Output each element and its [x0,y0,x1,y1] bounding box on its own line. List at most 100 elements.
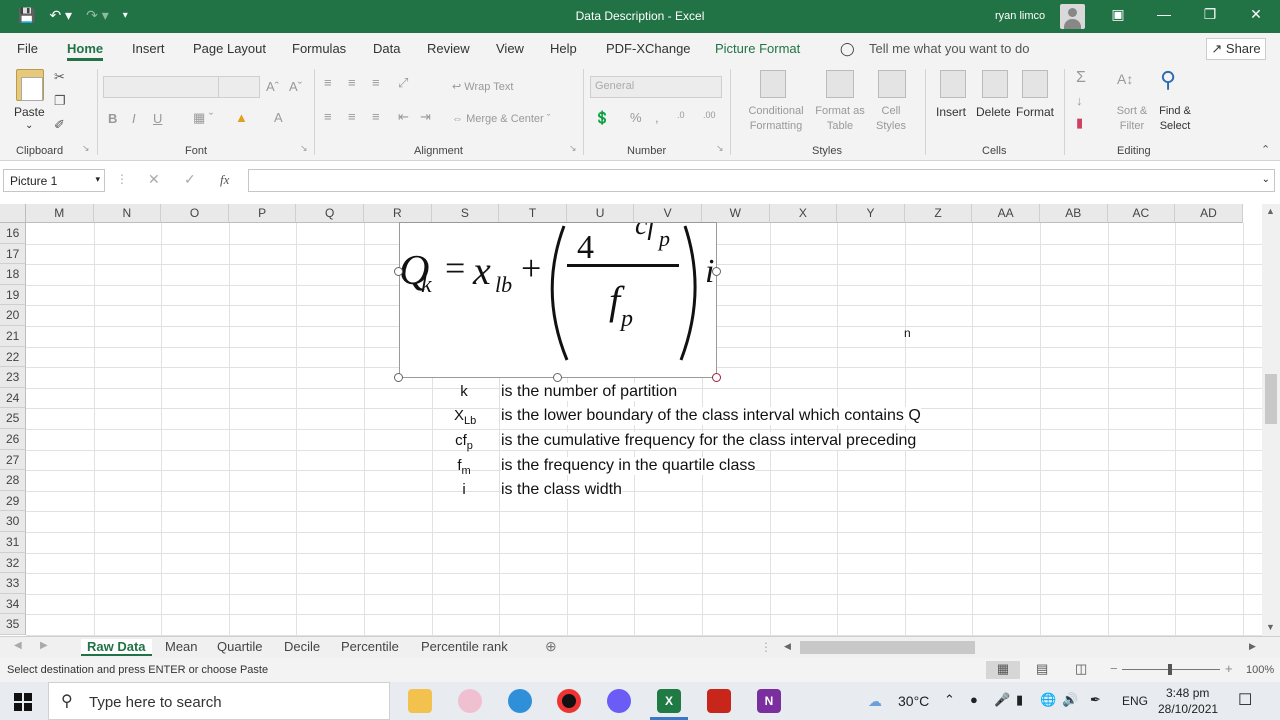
vertical-scroll-thumb[interactable] [1265,374,1277,424]
column-header-u[interactable]: U [566,204,635,223]
formula-picture[interactable]: Q k = x lb + 4 cf p f p i [394,222,721,382]
minimize-icon[interactable]: — [1154,6,1174,22]
weather-temp[interactable]: 30°C [898,693,929,709]
definition-text[interactable]: is the class width [501,481,622,499]
new-sheet-icon[interactable]: ⊕ [545,638,557,655]
wrap-text-button[interactable]: ↩ Wrap Text [452,80,513,93]
row-header-26[interactable]: 26 [0,429,26,450]
align-bottom-icon[interactable]: ≡ [372,75,380,90]
collapse-ribbon-icon[interactable]: ⌃ [1261,143,1270,156]
underline-button[interactable]: U [153,111,162,126]
conditional-formatting-button[interactable]: Conditional Formatting [741,104,811,134]
edge-icon[interactable] [508,689,532,713]
recorder-icon[interactable] [557,689,581,713]
find-select-button[interactable]: Find & Select [1152,104,1198,134]
fill-icon[interactable]: ↓ [1076,93,1083,108]
acrobat-icon[interactable] [707,689,731,713]
row-header-28[interactable]: 28 [0,470,26,491]
tab-review[interactable]: Review [427,41,470,56]
definition-text[interactable]: is the cumulative frequency for the clas… [501,432,917,450]
cell-z21[interactable]: n [904,326,911,340]
tabs-splitter-icon[interactable]: ⋮ [760,640,772,654]
merge-center-button[interactable]: ⇔ Merge & Center ˇ [452,113,550,125]
insert-cells-button[interactable]: Insert [936,105,966,119]
share-button[interactable]: ↗ Share [1206,38,1266,60]
ribbon-display-options-icon[interactable]: ▣ [1108,6,1128,23]
row-header-23[interactable]: 23 [0,367,26,388]
resize-handle-left[interactable] [394,267,403,276]
meet-icon[interactable]: ● [970,692,978,707]
scroll-down-icon[interactable]: ▼ [1266,622,1275,632]
comma-style-icon[interactable]: , [655,110,659,125]
definition-symbol[interactable]: i [454,481,474,498]
column-header-aa[interactable]: AA [972,204,1040,223]
definition-text[interactable]: is the frequency in the quartile class [501,457,756,475]
tab-picture-format[interactable]: Picture Format [715,41,800,56]
messenger-icon[interactable] [607,689,631,713]
close-icon[interactable]: ✕ [1246,6,1266,23]
format-cells-icon[interactable] [1022,70,1048,98]
zoom-out-icon[interactable]: − [1110,661,1118,676]
tab-data[interactable]: Data [373,41,400,56]
avatar[interactable] [1060,4,1085,29]
sheet-tab-mean[interactable]: Mean [165,639,198,654]
increase-font-icon[interactable]: Aˆ [266,79,279,94]
number-launcher-icon[interactable]: ↘ [716,143,724,154]
page-layout-view-icon[interactable]: ▤ [1036,661,1048,677]
sheet-tab-quartile[interactable]: Quartile [217,639,263,654]
sheet-tab-percentile[interactable]: Percentile [341,639,399,654]
row-header-29[interactable]: 29 [0,490,26,512]
borders-icon[interactable]: ▦ ˇ [193,110,213,126]
number-format-select[interactable]: General [590,76,722,98]
row-header-17[interactable]: 17 [0,243,26,265]
sheet-next-icon[interactable]: ▶ [40,640,48,651]
definition-text[interactable]: is the number of partition [501,383,678,401]
insert-cells-icon[interactable] [940,70,966,98]
file-explorer-icon[interactable] [408,689,432,713]
notifications-icon[interactable]: ☐ [1238,690,1252,710]
align-right-icon[interactable]: ≡ [372,109,380,124]
select-all-corner[interactable] [0,204,26,223]
user-name[interactable]: ryan limco [995,10,1045,22]
resize-handle-bottom-right[interactable] [712,373,721,382]
delete-cells-icon[interactable] [982,70,1008,98]
clock-date[interactable]: 28/10/2021 [1158,702,1218,716]
column-header-q[interactable]: Q [296,204,364,223]
font-color-icon[interactable]: A [274,110,283,125]
sheet-tab-decile[interactable]: Decile [284,639,320,654]
accounting-format-icon[interactable]: 💲 [594,110,610,126]
insert-function-icon[interactable]: fx [220,172,229,188]
row-header-20[interactable]: 20 [0,305,26,326]
bold-button[interactable]: B [108,111,117,126]
increase-decimal-icon[interactable]: .0 [677,110,685,120]
definition-symbol[interactable]: cfp [454,432,474,452]
cell-styles-icon[interactable] [878,70,906,98]
column-header-m[interactable]: M [26,204,94,223]
column-header-y[interactable]: Y [837,204,905,223]
align-left-icon[interactable]: ≡ [324,109,332,124]
font-launcher-icon[interactable]: ↘ [300,143,308,154]
column-header-ac[interactable]: AC [1107,204,1176,223]
decrease-decimal-icon[interactable]: .00 [703,110,716,120]
expand-formula-icon[interactable]: ⌄ [1262,174,1270,185]
decrease-indent-icon[interactable]: ⇤ [398,109,409,125]
hscroll-right-icon[interactable]: ▶ [1249,641,1256,652]
italic-button[interactable]: I [132,111,136,126]
format-painter-icon[interactable]: ✐ [54,117,65,133]
page-break-view-icon[interactable]: ◫ [1075,661,1087,677]
row-header-31[interactable]: 31 [0,532,26,553]
taskbar-search-box[interactable]: ⚲ Type here to search [48,682,390,720]
font-size-input[interactable] [218,76,260,98]
format-cells-button[interactable]: Format [1016,105,1054,119]
column-header-z[interactable]: Z [904,204,973,223]
horizontal-scroll-thumb[interactable] [800,641,975,654]
definition-symbol[interactable]: k [454,383,474,400]
restore-icon[interactable]: ❐ [1200,6,1220,23]
snip-sketch-icon[interactable] [458,689,482,713]
delete-cells-button[interactable]: Delete [976,105,1011,119]
battery-icon[interactable]: ▮ [1016,692,1023,708]
column-header-ad[interactable]: AD [1175,204,1243,223]
percent-style-icon[interactable]: % [630,110,642,125]
definition-symbol[interactable]: fm [454,457,474,477]
cancel-icon[interactable]: ✕ [148,171,160,188]
